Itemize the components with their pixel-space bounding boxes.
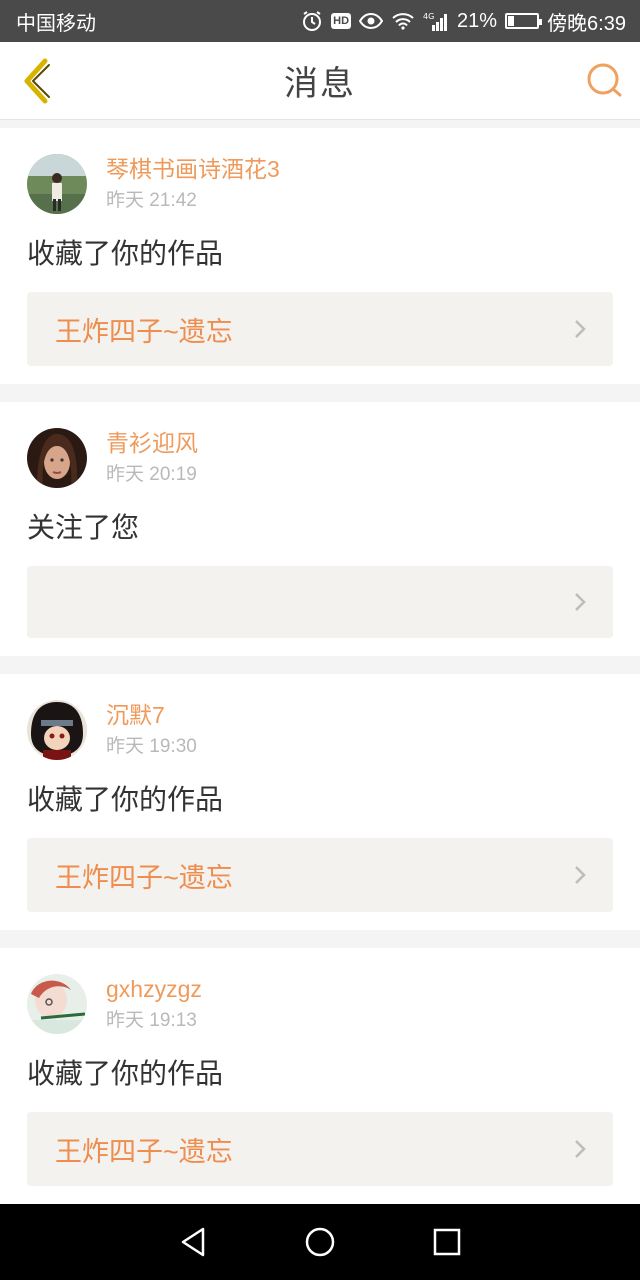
carrier-label: 中国移动 (16, 12, 96, 35)
timestamp: 昨天 19:13 (106, 1010, 197, 1031)
work-link[interactable]: 王炸四子~遗忘 (27, 292, 613, 366)
avatar[interactable] (27, 700, 87, 760)
chevron-right-icon (575, 866, 586, 884)
battery-fill (508, 16, 515, 26)
message-header: gxhzyzgz 昨天 19:13 (27, 972, 613, 1036)
work-link[interactable]: 王炸四子~遗忘 (27, 1112, 613, 1186)
nav-home-icon (305, 1227, 335, 1257)
chevron-left-icon (24, 58, 50, 104)
message-list: 琴棋书画诗酒花3 昨天 21:42 收藏了你的作品 王炸四子~遗忘 青衫迎风 昨… (0, 128, 640, 1222)
chevron-right-icon (575, 320, 586, 338)
message-action-text: 收藏了你的作品 (27, 1058, 224, 1089)
message-action-text: 收藏了你的作品 (27, 784, 224, 815)
nav-back-icon (182, 1227, 205, 1257)
nav-recents-icon (433, 1228, 460, 1256)
work-link[interactable]: 王炸四子~遗忘 (27, 838, 613, 912)
timestamp: 昨天 20:19 (106, 464, 197, 485)
battery-icon (505, 13, 543, 29)
page-title: 消息 (284, 65, 356, 103)
navigation-bar (0, 1204, 640, 1280)
timestamp: 昨天 19:30 (106, 736, 197, 757)
status-bar: 中国移动 HD 4G 21% 傍晚6:39 (0, 0, 640, 42)
chevron-right-icon (575, 1140, 586, 1158)
work-link[interactable] (27, 566, 613, 638)
avatar[interactable] (27, 154, 87, 214)
username[interactable]: 沉默7 (106, 699, 197, 731)
avatar[interactable] (27, 974, 87, 1034)
alarm-icon (301, 10, 323, 32)
message-action-text: 收藏了你的作品 (27, 238, 224, 269)
avatar[interactable] (27, 428, 87, 488)
username[interactable]: gxhzyzgz (106, 973, 202, 1005)
eye-icon (359, 12, 384, 30)
message-meta: 琴棋书画诗酒花3 昨天 21:42 (106, 153, 280, 215)
status-icons: HD 4G 21% 傍晚6:39 (301, 7, 626, 36)
battery-percent: 21% (457, 9, 498, 32)
message-item: 琴棋书画诗酒花3 昨天 21:42 收藏了你的作品 王炸四子~遗忘 (0, 128, 640, 384)
work-title: 王炸四子~遗忘 (55, 1136, 233, 1167)
message-action-text: 关注了您 (27, 512, 140, 543)
nav-back-button[interactable] (168, 1217, 218, 1267)
username[interactable]: 琴棋书画诗酒花3 (106, 153, 280, 185)
back-button[interactable] (14, 56, 58, 106)
message-item: gxhzyzgz 昨天 19:13 收藏了你的作品 王炸四子~遗忘 (0, 948, 640, 1204)
header: 消息 (0, 42, 640, 120)
message-item: 沉默7 昨天 19:30 收藏了你的作品 王炸四子~遗忘 (0, 674, 640, 930)
message-header: 琴棋书画诗酒花3 昨天 21:42 (27, 152, 613, 216)
username[interactable]: 青衫迎风 (106, 427, 198, 459)
message-item: 青衫迎风 昨天 20:19 关注了您 (0, 402, 640, 656)
hd-icon: HD (331, 13, 352, 29)
search-icon (587, 63, 622, 97)
nav-recents-button[interactable] (422, 1217, 472, 1267)
clock: 傍晚6:39 (547, 12, 626, 35)
wifi-icon (391, 12, 415, 30)
message-header: 青衫迎风 昨天 20:19 (27, 426, 613, 490)
search-button[interactable] (584, 60, 626, 102)
work-title: 王炸四子~遗忘 (55, 862, 233, 893)
signal-icon: 4G (423, 11, 449, 31)
message-header: 沉默7 昨天 19:30 (27, 698, 613, 762)
signal-label: 4G (423, 12, 434, 21)
timestamp: 昨天 21:42 (106, 190, 197, 211)
work-title: 王炸四子~遗忘 (55, 316, 233, 347)
chevron-right-icon (575, 593, 586, 611)
message-meta: gxhzyzgz 昨天 19:13 (106, 973, 202, 1035)
nav-home-button[interactable] (295, 1217, 345, 1267)
message-meta: 沉默7 昨天 19:30 (106, 699, 197, 761)
message-meta: 青衫迎风 昨天 20:19 (106, 427, 198, 489)
